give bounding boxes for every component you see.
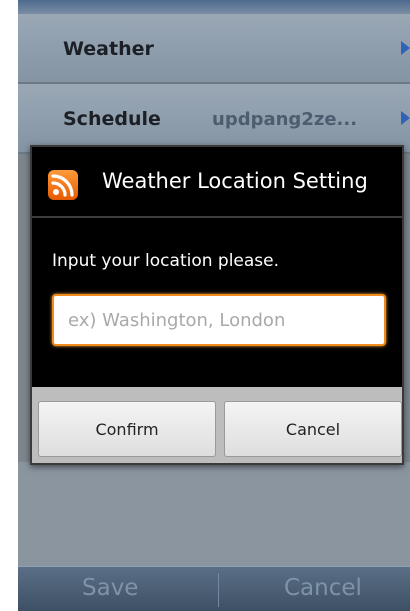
bottom-action-bar: Save Cancel	[18, 566, 410, 611]
bottom-cancel-button[interactable]: Cancel	[284, 575, 362, 601]
dialog-message: Input your location please.	[52, 251, 280, 271]
cancel-button[interactable]: Cancel	[224, 401, 402, 457]
location-input[interactable]	[52, 294, 386, 346]
dialog-button-bar: Confirm Cancel	[32, 387, 402, 463]
settings-row-value: updpang2ze...	[212, 109, 358, 130]
bottom-bar-divider	[218, 573, 219, 607]
settings-row-weather[interactable]: Weather	[18, 14, 410, 84]
dialog-title: Weather Location Setting	[102, 169, 368, 193]
confirm-button[interactable]: Confirm	[38, 401, 216, 457]
rss-icon	[48, 170, 78, 200]
dialog-divider	[32, 216, 402, 218]
arrow-right-icon	[401, 41, 410, 55]
weather-location-dialog: Weather Location Setting Input your loca…	[30, 145, 404, 465]
top-strip	[18, 0, 410, 14]
dialog-header: Weather Location Setting	[32, 147, 402, 215]
settings-row-label: Weather	[63, 38, 154, 60]
settings-row-label: Schedule	[63, 108, 161, 130]
empty-area	[18, 462, 410, 566]
settings-row-schedule[interactable]: Schedule updpang2ze...	[18, 84, 410, 154]
arrow-right-icon	[401, 111, 410, 125]
save-button[interactable]: Save	[82, 575, 138, 601]
